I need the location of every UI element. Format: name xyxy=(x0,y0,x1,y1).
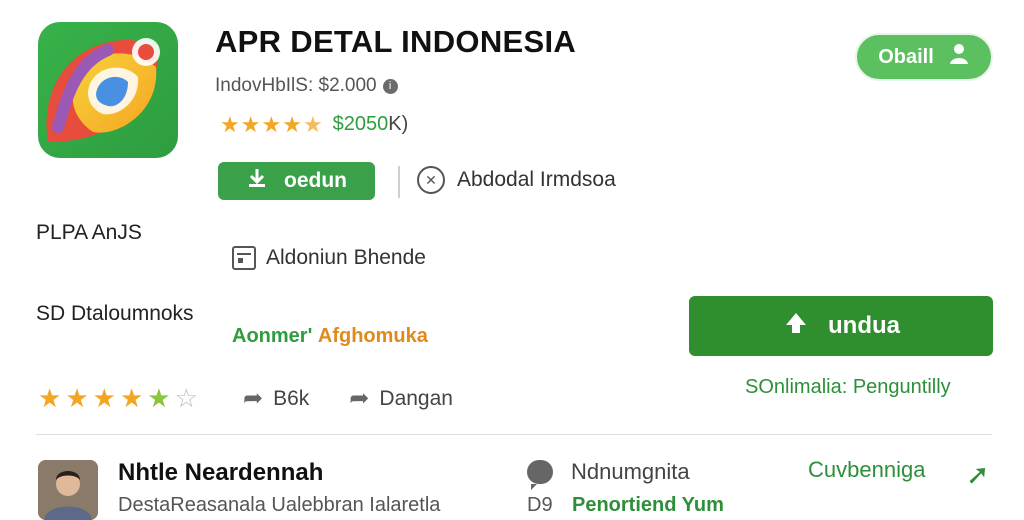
small-download-label: oedun xyxy=(284,169,347,192)
small-download-button[interactable]: oedun xyxy=(218,162,375,200)
share-icon: ➦ xyxy=(349,385,370,412)
star-icon: ★ xyxy=(220,111,240,137)
category-secondary[interactable]: Afghomuka xyxy=(318,325,428,347)
reviewer-name: Nhtle Neardennah xyxy=(118,459,324,486)
category-row: Aonmer' Afghomuka xyxy=(232,325,428,348)
channel-button[interactable]: ➦ Dangan xyxy=(349,384,453,413)
app-subtitle-text: IndovHbIlS: $2.000 xyxy=(215,75,377,96)
share-icon: ➦ xyxy=(243,385,264,412)
channel-label: Dangan xyxy=(379,386,453,410)
user-rating[interactable]: ★ ★ ★ ★ ★ ☆ xyxy=(38,385,198,411)
see-more-link[interactable]: Cuvbenniga xyxy=(808,457,925,483)
chat-icon xyxy=(527,460,553,490)
reply-link[interactable]: Penortiend Yum xyxy=(572,494,724,517)
rating-suffix: K) xyxy=(388,113,409,135)
info-icon[interactable]: i xyxy=(382,78,398,94)
app-subtitle: IndovHbIlS: $2.000 i xyxy=(215,75,398,97)
review-text: DestaReasanala Ualebbran Ialaretla xyxy=(118,494,441,516)
pill-action-button[interactable]: Obaill xyxy=(855,33,993,81)
star-icon[interactable]: ★ xyxy=(120,385,143,411)
app-title: APR DETAL INDONESIA xyxy=(215,24,577,59)
rating-value-text: $2050 xyxy=(332,113,389,135)
app-logo-icon xyxy=(46,38,160,142)
ads-info: Aldoniun Bhende xyxy=(232,246,426,270)
app-icon xyxy=(38,22,178,158)
star-icon[interactable]: ★ xyxy=(147,385,170,411)
arrow-right-icon[interactable]: ➚ xyxy=(966,458,989,491)
rating-stars: ★ ★ ★ ★ ★ xyxy=(220,111,323,137)
star-icon[interactable]: ★ xyxy=(38,385,61,411)
category-primary[interactable]: Aonmer' xyxy=(232,325,312,347)
star-half-icon: ★ xyxy=(302,111,323,137)
person-icon xyxy=(948,43,970,71)
star-icon: ★ xyxy=(282,111,302,137)
share-button[interactable]: ➦ B6k xyxy=(243,384,309,413)
spam-info[interactable]: ✕ Abdodal Irmdsoa xyxy=(417,166,616,194)
star-icon[interactable]: ★ xyxy=(65,385,88,411)
calendar-icon xyxy=(232,246,256,270)
ads-label: Aldoniun Bhende xyxy=(266,246,426,269)
user-rating-stars[interactable]: ★ ★ ★ ★ ★ ☆ xyxy=(38,385,198,411)
star-icon[interactable]: ★ xyxy=(93,385,116,411)
review-count: D9 xyxy=(527,494,553,516)
rating-value: $2050K) xyxy=(333,113,409,136)
section-details-label: SD Dtaloumnoks xyxy=(36,302,194,325)
section-plan-label: PLPA AnJS xyxy=(36,221,142,244)
main-download-label: undua xyxy=(828,312,900,339)
compatibility-text: SOnlimalia: Penguntilly xyxy=(745,376,951,398)
divider-vertical xyxy=(398,166,400,198)
spam-label: Abdodal Irmdsoa xyxy=(457,168,616,191)
share-count: B6k xyxy=(273,386,310,410)
main-download-button[interactable]: undua xyxy=(689,296,993,356)
app-rating: ★ ★ ★ ★ ★ $2050K) xyxy=(220,113,408,136)
pill-button-label: Obaill xyxy=(878,45,934,68)
share-row: ➦ B6k ➦ Dangan xyxy=(243,384,453,413)
avatar xyxy=(38,460,98,520)
star-icon: ★ xyxy=(261,111,282,137)
download-icon xyxy=(782,309,810,344)
chat-label: Ndnumgnita xyxy=(571,459,690,484)
shield-icon: ✕ xyxy=(417,166,445,194)
download-icon xyxy=(246,167,268,195)
chat-info[interactable]: Ndnumgnita xyxy=(527,459,690,490)
star-icon: ★ xyxy=(240,111,261,137)
divider xyxy=(36,434,992,435)
star-empty-icon[interactable]: ☆ xyxy=(175,385,198,411)
